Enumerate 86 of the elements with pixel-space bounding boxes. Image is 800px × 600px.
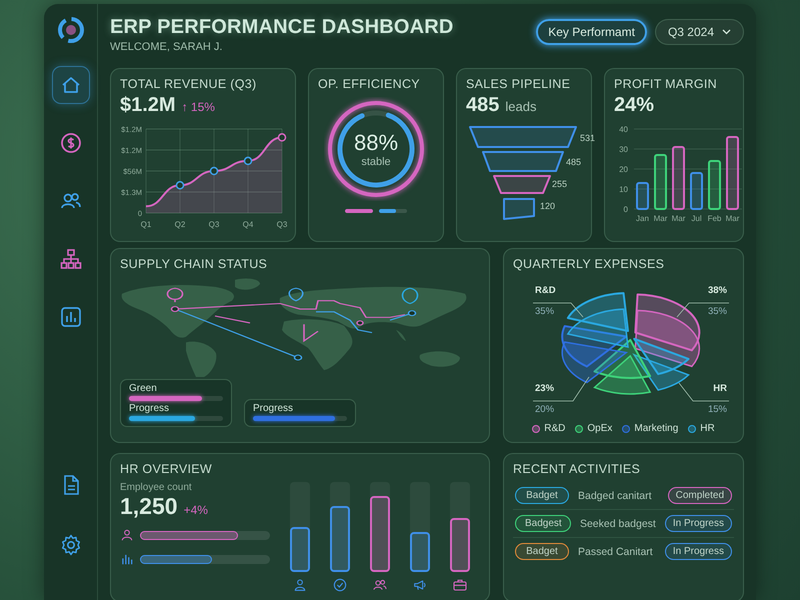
activity-badge: Badget bbox=[515, 487, 569, 504]
status-label: Progress bbox=[253, 403, 294, 414]
card-title: SUPPLY CHAIN STATUS bbox=[120, 257, 268, 271]
period-dropdown[interactable]: Q3 2024 bbox=[654, 19, 744, 45]
axis-label: 30 bbox=[619, 145, 628, 154]
axis-label: 10 bbox=[619, 185, 628, 194]
callout-value: 35% bbox=[708, 306, 727, 317]
axis-label: 20 bbox=[619, 165, 628, 174]
activity-badge: Badget bbox=[515, 543, 569, 560]
axis-label: 0 bbox=[624, 205, 628, 214]
axis-label: Feb bbox=[708, 214, 722, 223]
card-title: TOTAL REVENUE (Q3) bbox=[120, 77, 258, 91]
nav-item[interactable] bbox=[52, 66, 90, 104]
logo-icon bbox=[56, 16, 84, 44]
metric-label: Employee count bbox=[120, 482, 193, 493]
card-title: SALES PIPELINE bbox=[466, 77, 572, 91]
efficiency-value: 88% bbox=[354, 130, 398, 156]
activity-badge: Badgest bbox=[515, 515, 571, 532]
legend-label: HR bbox=[700, 423, 715, 434]
axis-label: Q4 bbox=[242, 220, 254, 229]
bar-chart-icon bbox=[58, 305, 82, 329]
card-title: HR OVERVIEW bbox=[120, 462, 213, 476]
card-title: OP. EFFICIENCY bbox=[318, 77, 421, 91]
callout-value: 15% bbox=[708, 404, 727, 415]
key-performance-button[interactable]: Key Performamt bbox=[536, 19, 647, 45]
leader-line bbox=[676, 302, 730, 318]
profit-bar bbox=[654, 154, 667, 210]
profit-bar bbox=[672, 146, 685, 210]
status-badge: Completed bbox=[668, 487, 732, 504]
bar-chart-icon bbox=[120, 552, 134, 566]
profit-bar bbox=[708, 160, 721, 210]
activity-text: Seeked badgest bbox=[580, 518, 656, 530]
axis-label: Q3 bbox=[208, 220, 220, 229]
employee-change: +4% bbox=[184, 503, 208, 517]
axis-label: Q1 bbox=[140, 220, 152, 229]
welcome-text: WELCOME, SARAH J. bbox=[110, 41, 224, 53]
callout-value: 35% bbox=[535, 306, 554, 317]
activity-text: Passed Canitart bbox=[578, 546, 654, 558]
profit-bar bbox=[690, 172, 703, 210]
callout-label: 23% bbox=[535, 383, 554, 394]
axis-label: 40 bbox=[619, 125, 628, 134]
status-badge: In Progress bbox=[664, 515, 732, 532]
callout-label: R&D bbox=[535, 285, 556, 296]
card-title: QUARTERLY EXPENSES bbox=[513, 257, 666, 271]
card-title: PROFIT MARGIN bbox=[614, 77, 718, 91]
funnel-value: 120 bbox=[540, 201, 556, 211]
org-chart-icon bbox=[58, 247, 82, 271]
funnel-value: 255 bbox=[552, 179, 568, 189]
leader-line bbox=[532, 376, 590, 402]
pipeline-value: 485 bbox=[466, 94, 500, 117]
axis-label: Mar bbox=[726, 214, 740, 223]
axis-label: Jul bbox=[691, 214, 702, 223]
axis-label: Q3 bbox=[276, 220, 288, 229]
revenue-value: $1.2M bbox=[120, 94, 176, 117]
status-label: Green bbox=[129, 383, 158, 394]
funnel-value: 531 bbox=[580, 133, 596, 143]
callout-label: HR bbox=[713, 383, 727, 394]
caret-icon bbox=[722, 29, 731, 35]
efficiency-caption: stable bbox=[361, 156, 391, 168]
legend-label: OpEx bbox=[587, 423, 612, 434]
leader-line bbox=[678, 382, 730, 402]
card-title: RECENT ACTIVITIES bbox=[513, 462, 642, 476]
axis-label: Jan bbox=[636, 214, 649, 223]
funnel-value: 485 bbox=[566, 157, 582, 167]
axis-label: Q2 bbox=[174, 220, 186, 229]
callout-value: 20% bbox=[535, 404, 554, 415]
legend-label: Marketing bbox=[634, 423, 678, 434]
legend-label: R&D bbox=[544, 423, 566, 434]
callout-label: 38% bbox=[708, 285, 727, 296]
pipeline-unit: leads bbox=[505, 99, 536, 114]
status-label: Progress bbox=[129, 403, 170, 414]
status-badge: In Progress bbox=[664, 543, 732, 560]
profit-value: 24% bbox=[614, 94, 654, 117]
employee-count: 1,250 bbox=[120, 493, 178, 520]
person-icon bbox=[120, 528, 134, 542]
check-circle-icon bbox=[332, 577, 348, 593]
profit-bar bbox=[636, 182, 649, 210]
dollar-icon bbox=[58, 131, 82, 155]
person-icon bbox=[292, 577, 308, 593]
briefcase-icon bbox=[452, 577, 468, 593]
leader-line bbox=[532, 302, 584, 318]
axis-label: Mar bbox=[672, 214, 686, 223]
activity-text: Badged canitart bbox=[578, 490, 653, 502]
dashboard-title: ERP PERFORMANCE DASHBOARD bbox=[110, 16, 454, 39]
axis-label: Mar bbox=[654, 214, 668, 223]
revenue-change: ↑ 15% bbox=[182, 100, 215, 114]
